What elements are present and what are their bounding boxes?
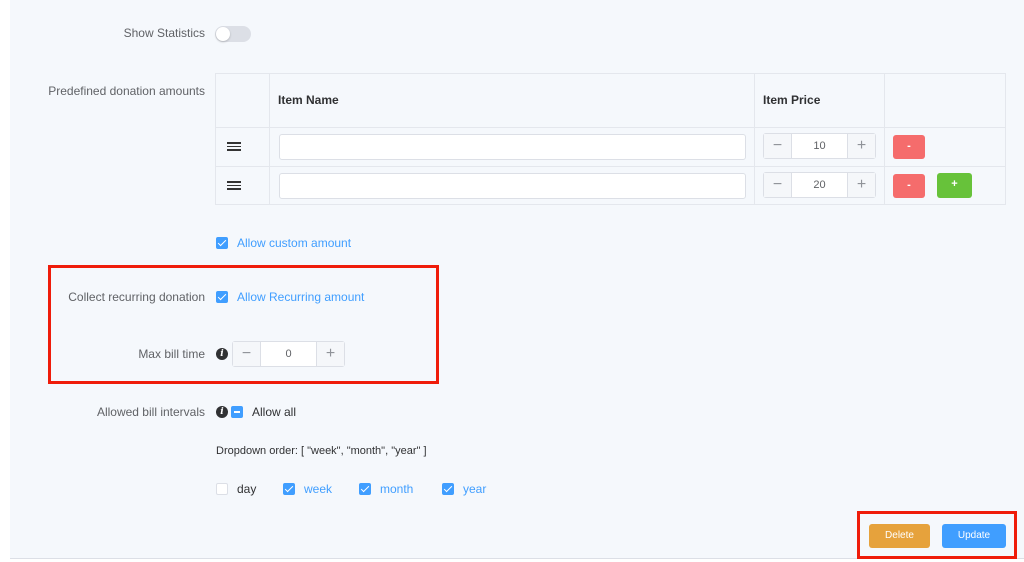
show-statistics-label: Show Statistics (123, 26, 205, 40)
interval-month-checkbox[interactable] (359, 483, 371, 495)
interval-week-checkbox[interactable] (283, 483, 295, 495)
column-divider (269, 74, 270, 204)
interval-year-checkbox[interactable] (442, 483, 454, 495)
remove-row-button[interactable]: - (893, 174, 925, 198)
column-divider (884, 74, 885, 204)
bill-intervals-label: Allowed bill intervals (96, 405, 205, 419)
recurring-checkbox[interactable] (216, 291, 228, 303)
item-price-value[interactable]: 20 (792, 173, 847, 197)
interval-week-label[interactable]: week (304, 482, 332, 496)
row-divider (216, 166, 1005, 167)
increase-button[interactable]: + (847, 173, 875, 197)
info-icon[interactable]: i (216, 348, 228, 360)
drag-handle-icon[interactable] (227, 142, 241, 152)
info-icon[interactable]: i (216, 406, 228, 418)
donation-amounts-label: Predefined donation amounts (48, 84, 205, 98)
max-bill-time-stepper[interactable]: − 0 + (232, 341, 345, 367)
item-price-stepper[interactable]: − 10 + (763, 133, 876, 159)
recurring-checkbox-label[interactable]: Allow Recurring amount (237, 290, 364, 304)
interval-day-checkbox[interactable] (216, 483, 228, 495)
item-name-input[interactable] (279, 134, 746, 160)
drag-handle-icon[interactable] (227, 181, 241, 191)
remove-row-button[interactable]: - (893, 135, 925, 159)
max-bill-time-value[interactable]: 0 (261, 342, 316, 366)
row-divider (216, 127, 1005, 128)
item-price-header: Item Price (763, 93, 821, 107)
item-price-stepper[interactable]: − 20 + (763, 172, 876, 198)
item-name-header: Item Name (278, 93, 339, 107)
increase-button[interactable]: + (316, 342, 344, 366)
donation-amounts-table: Item Name Item Price − 10 + - − 20 + - + (215, 73, 1006, 205)
item-price-value[interactable]: 10 (792, 134, 847, 158)
decrease-button[interactable]: − (764, 134, 792, 158)
allow-all-label[interactable]: Allow all (252, 405, 296, 419)
interval-year-label[interactable]: year (463, 482, 486, 496)
dropdown-order-text: Dropdown order: [ "week", "month", "year… (216, 445, 427, 457)
recurring-donation-label: Collect recurring donation (68, 290, 205, 304)
update-button[interactable]: Update (942, 524, 1006, 548)
interval-month-label[interactable]: month (380, 482, 413, 496)
column-divider (754, 74, 755, 204)
add-row-button[interactable]: + (937, 173, 972, 198)
custom-amount-checkbox[interactable] (216, 237, 228, 249)
decrease-button[interactable]: − (764, 173, 792, 197)
allow-all-checkbox[interactable] (231, 406, 243, 418)
delete-button[interactable]: Delete (869, 524, 930, 548)
max-bill-time-label: Max bill time (138, 347, 205, 361)
custom-amount-label[interactable]: Allow custom amount (237, 236, 351, 250)
decrease-button[interactable]: − (233, 342, 261, 366)
interval-day-label[interactable]: day (237, 482, 256, 496)
increase-button[interactable]: + (847, 134, 875, 158)
show-statistics-toggle[interactable] (215, 26, 251, 42)
item-name-input[interactable] (279, 173, 746, 199)
toggle-knob (216, 27, 230, 41)
